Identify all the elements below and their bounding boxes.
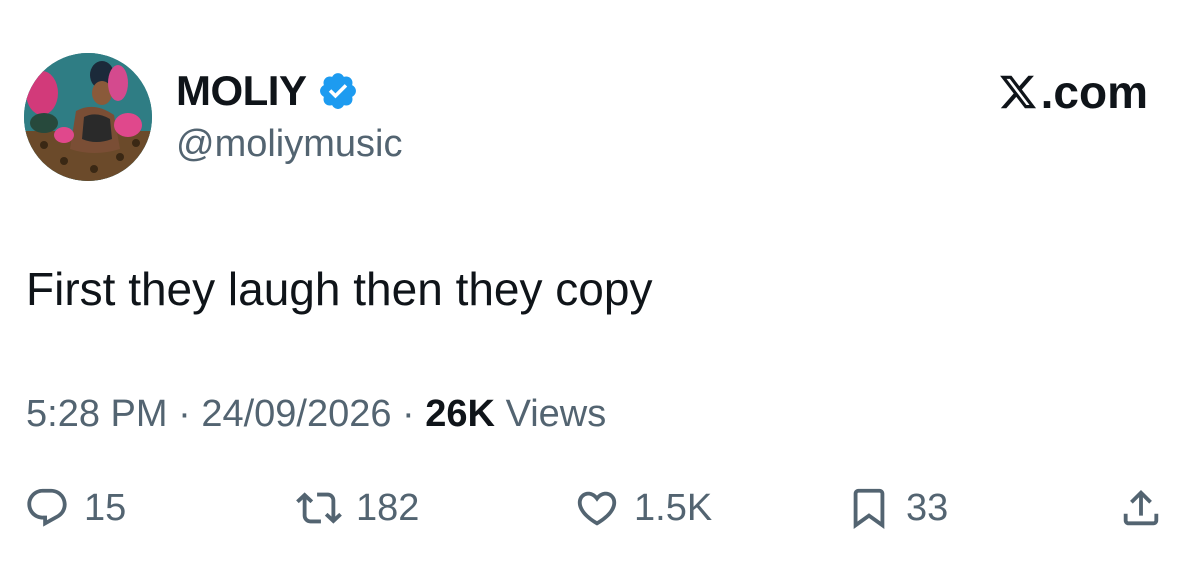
heart-icon [577,491,617,526]
like-count: 1.5K [634,487,713,529]
site-label: .com [998,66,1148,118]
name-row: MOLIY [176,66,359,116]
reply-count: 15 [84,487,127,529]
action-bar: 15 182 1.5K 33 [0,478,1200,538]
like-button[interactable]: 1.5K [574,478,712,538]
share-button[interactable] [1118,478,1164,538]
share-icon [1123,489,1159,526]
meta-separator: · [167,393,202,435]
user-handle[interactable]: @moliymusic [176,121,402,167]
bookmark-button[interactable]: 33 [846,478,948,538]
retweet-button[interactable]: 182 [296,478,419,538]
tweet-card: MOLIY @moliymusic .com First they laugh … [0,0,1200,563]
profile-photo [24,53,152,181]
bookmark-icon [853,488,885,529]
x-logo-icon [999,75,1036,109]
tweet-time[interactable]: 5:28 PM [26,393,168,435]
retweet-icon [296,492,342,524]
tweet-date[interactable]: 24/09/2026 [201,393,391,435]
verified-badge-icon [317,70,359,112]
views-count: 26K [425,393,495,435]
tweet-text: First they laugh then they copy [26,263,653,315]
avatar[interactable] [24,53,152,181]
views-label: Views [505,393,607,435]
reply-icon [27,488,67,527]
display-name[interactable]: MOLIY [176,66,307,116]
tweet-meta: 5:28 PM · 24/09/2026 · 26K Views [26,391,606,437]
reply-button[interactable]: 15 [24,478,126,538]
bookmark-count: 33 [906,487,949,529]
retweet-count: 182 [356,487,420,529]
site-domain: .com [1040,66,1148,118]
meta-separator: · [391,393,426,435]
